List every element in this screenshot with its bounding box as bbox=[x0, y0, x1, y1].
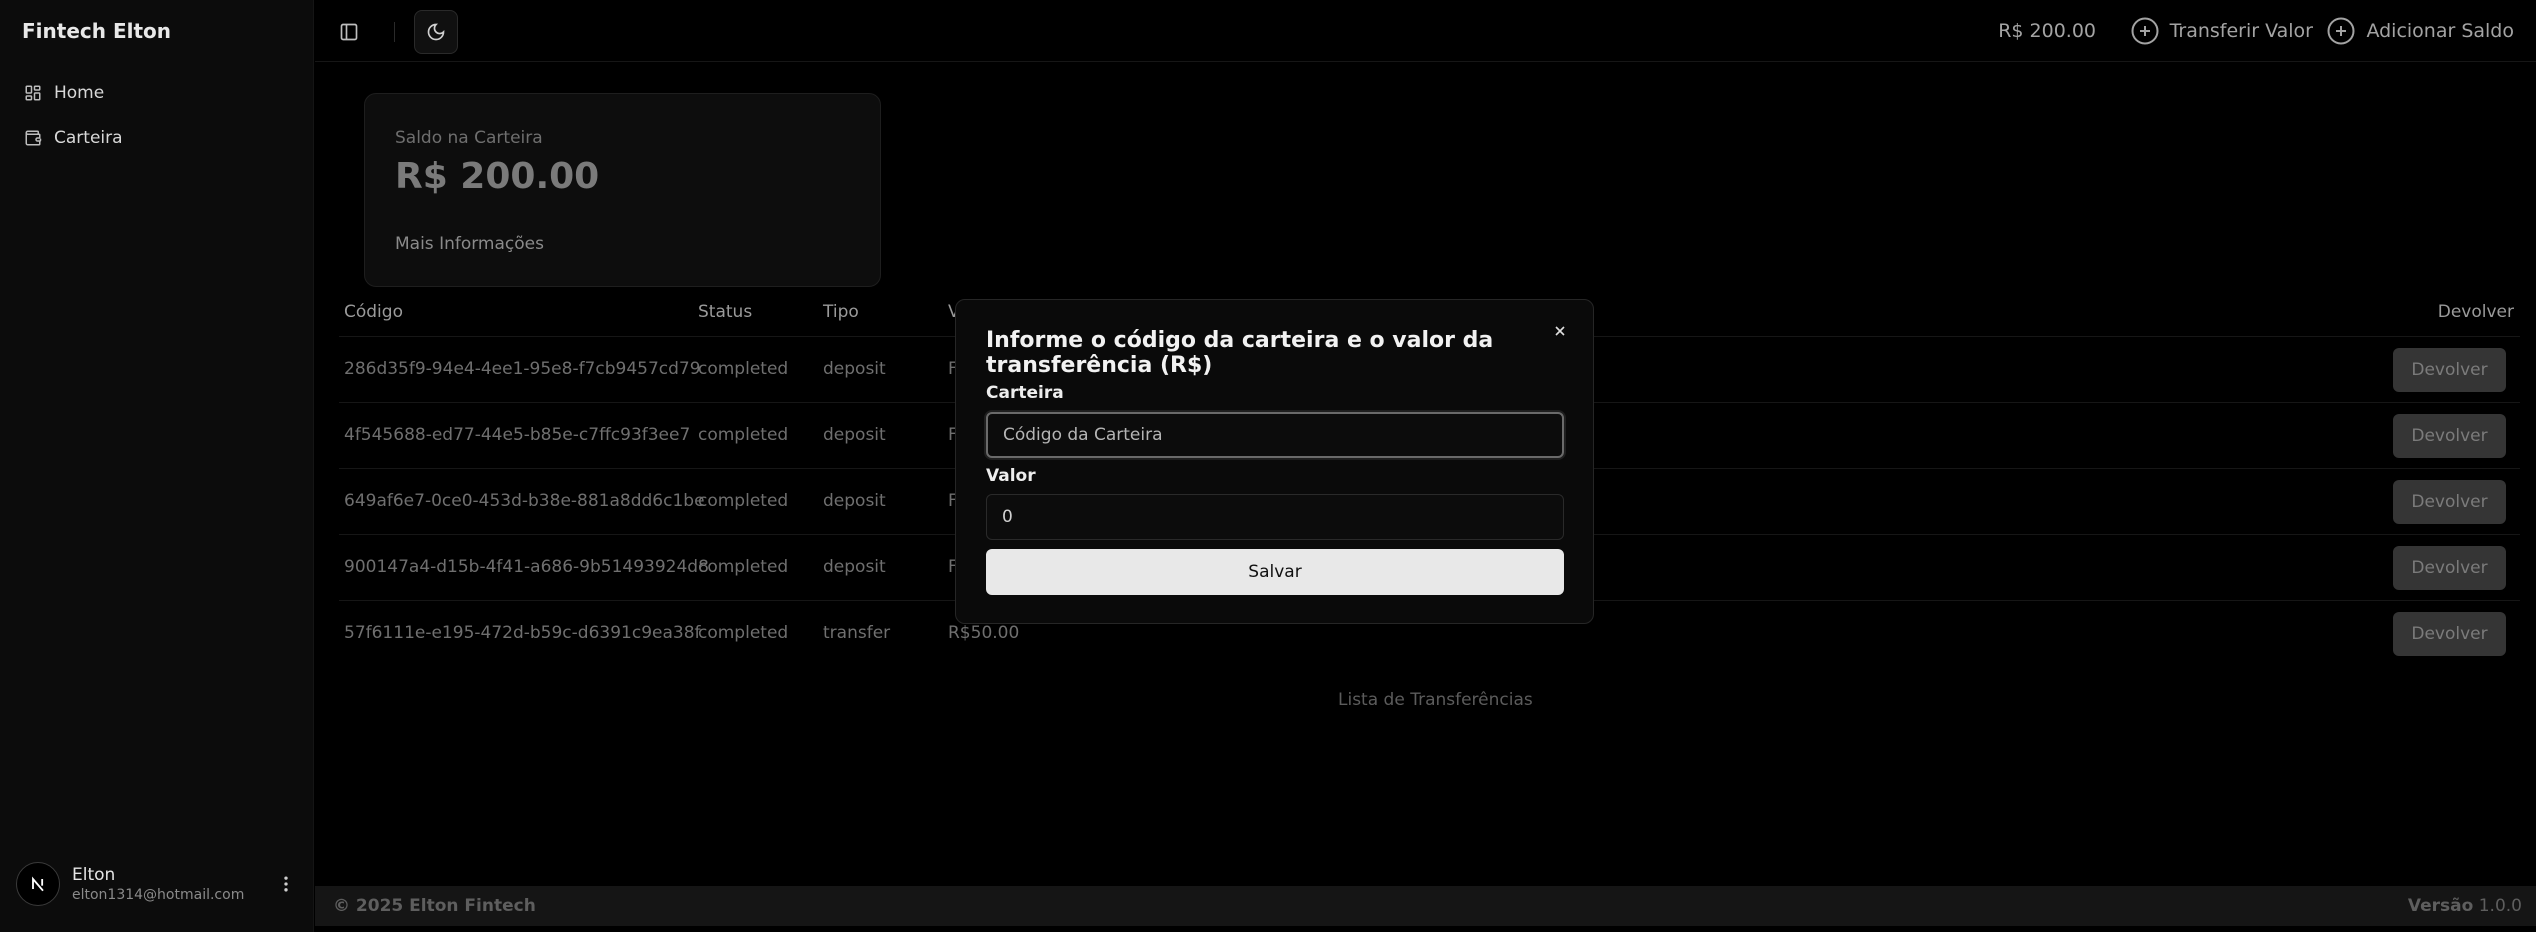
add-balance-label: Adicionar Saldo bbox=[2366, 20, 2514, 42]
cell-code: 649af6e7-0ce0-453d-b38e-881a8dd6c1be bbox=[344, 491, 705, 511]
card-balance-value: R$ 200.00 bbox=[395, 156, 600, 197]
copyright-text: © 2025 Elton Fintech bbox=[333, 896, 536, 916]
refund-button[interactable]: Devolver bbox=[2393, 480, 2506, 524]
cell-type: transfer bbox=[823, 623, 891, 643]
plus-circle-icon bbox=[2131, 17, 2159, 45]
nextjs-logo-icon bbox=[32, 876, 44, 892]
sidebar-item-label: Carteira bbox=[54, 128, 123, 148]
save-button[interactable]: Salvar bbox=[986, 549, 1564, 595]
cell-value: R$50.00 bbox=[948, 623, 1020, 643]
more-vertical-icon[interactable] bbox=[276, 874, 296, 894]
cell-code: 900147a4-d15b-4f41-a686-9b51493924d8 bbox=[344, 557, 709, 577]
cell-status: completed bbox=[698, 359, 789, 379]
card-label: Saldo na Carteira bbox=[395, 128, 543, 148]
value-field-label: Valor bbox=[986, 466, 1036, 486]
moon-icon bbox=[427, 23, 445, 41]
header-divider bbox=[394, 22, 395, 42]
version-number: 1.0.0 bbox=[2478, 896, 2522, 916]
add-balance-button[interactable]: Adicionar Saldo bbox=[2326, 16, 2514, 46]
toggle-sidebar-button[interactable] bbox=[327, 10, 371, 54]
sidebar: Fintech Elton Home Carteira Elton elton1… bbox=[0, 0, 314, 932]
cell-status: completed bbox=[698, 425, 789, 445]
refund-button[interactable]: Devolver bbox=[2393, 348, 2506, 392]
cell-type: deposit bbox=[823, 359, 886, 379]
sidebar-item-carteira[interactable]: Carteira bbox=[16, 120, 296, 156]
cell-type: deposit bbox=[823, 425, 886, 445]
table-caption: Lista de Transferências bbox=[1338, 690, 1533, 710]
user-profile[interactable]: Elton elton1314@hotmail.com bbox=[16, 856, 296, 912]
wallet-balance-card: Saldo na Carteira R$ 200.00 Mais Informa… bbox=[364, 93, 881, 287]
cell-code: 57f6111e-e195-472d-b59c-d6391c9ea38f bbox=[344, 623, 701, 643]
column-header-code: Código bbox=[344, 302, 403, 322]
close-button[interactable] bbox=[1549, 320, 1571, 342]
close-icon bbox=[1555, 326, 1565, 336]
cell-status: completed bbox=[698, 623, 789, 643]
version-label: Versão bbox=[2407, 896, 2474, 916]
column-header-type: Tipo bbox=[823, 302, 859, 322]
user-email: elton1314@hotmail.com bbox=[72, 887, 245, 903]
theme-toggle-button[interactable] bbox=[414, 10, 458, 54]
wallet-code-input[interactable] bbox=[986, 412, 1564, 458]
column-header-action: Devolver bbox=[2437, 302, 2514, 322]
value-input[interactable] bbox=[986, 494, 1564, 540]
version-text: Versão 1.0.0 bbox=[2408, 896, 2522, 916]
wallet-icon bbox=[25, 130, 42, 146]
top-bar: R$ 200.00 Transferir Valor Adicionar Sal… bbox=[315, 0, 2536, 62]
user-name: Elton bbox=[72, 865, 116, 885]
sidebar-item-home[interactable]: Home bbox=[16, 75, 296, 111]
cell-status: completed bbox=[698, 557, 789, 577]
brand-title: Fintech Elton bbox=[22, 19, 171, 43]
sidebar-toggle-icon bbox=[340, 23, 358, 41]
transfer-dialog: Informe o código da carteira e o valor d… bbox=[955, 299, 1594, 624]
refund-button[interactable]: Devolver bbox=[2393, 414, 2506, 458]
cell-type: deposit bbox=[823, 491, 886, 511]
refund-button[interactable]: Devolver bbox=[2393, 546, 2506, 590]
sidebar-item-label: Home bbox=[54, 83, 105, 103]
footer: © 2025 Elton Fintech Versão 1.0.0 bbox=[315, 886, 2536, 926]
refund-button[interactable]: Devolver bbox=[2393, 612, 2506, 656]
cell-code: 286d35f9-94e4-4ee1-95e8-f7cb9457cd79 bbox=[344, 359, 701, 379]
transfer-value-button[interactable]: Transferir Valor bbox=[2130, 16, 2313, 46]
avatar bbox=[16, 862, 60, 906]
cell-code: 4f545688-ed77-44e5-b85e-c7ffc93f3ee7 bbox=[344, 425, 691, 445]
wallet-field-label: Carteira bbox=[986, 383, 1064, 403]
more-info-link[interactable]: Mais Informações bbox=[395, 234, 544, 254]
header-balance: R$ 200.00 bbox=[1998, 20, 2096, 42]
column-header-status: Status bbox=[698, 302, 753, 322]
plus-circle-icon bbox=[2327, 17, 2355, 45]
cell-status: completed bbox=[698, 491, 789, 511]
grid-icon bbox=[25, 85, 41, 101]
cell-type: deposit bbox=[823, 557, 886, 577]
transfer-value-label: Transferir Valor bbox=[2169, 20, 2313, 42]
dialog-title: Informe o código da carteira e o valor d… bbox=[986, 328, 1494, 378]
